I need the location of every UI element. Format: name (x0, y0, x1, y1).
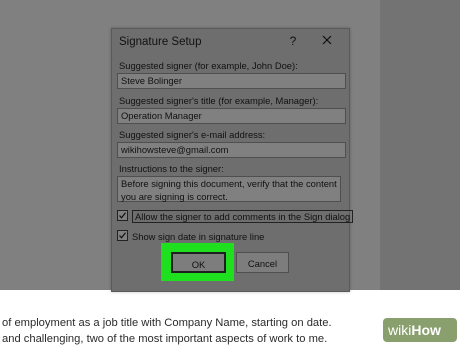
document-margin (380, 0, 460, 290)
show-date-checkbox[interactable] (117, 230, 128, 242)
instructions-label: Instructions to the signer: (119, 163, 224, 174)
watermark-wiki: wiki (388, 322, 412, 338)
instructions-field[interactable]: Before signing this document, verify tha… (117, 176, 341, 202)
close-icon[interactable] (320, 33, 334, 47)
signer-title-label: Suggested signer's title (for example, M… (119, 95, 319, 106)
help-button[interactable]: ? (286, 34, 300, 48)
show-date-checkbox-row[interactable]: Show sign date in signature line (117, 229, 264, 243)
allow-comments-label: Allow the signer to add comments in the … (132, 210, 354, 224)
cancel-button[interactable]: Cancel (236, 252, 289, 273)
dialog-titlebar[interactable]: Signature Setup ? (112, 29, 349, 55)
ok-button[interactable]: OK (171, 252, 226, 273)
wikihow-watermark: wikiHow (388, 320, 441, 340)
signer-name-field[interactable]: Steve Bolinger (117, 73, 346, 89)
allow-comments-checkbox[interactable] (117, 210, 128, 222)
signer-title-field[interactable]: Operation Manager (117, 108, 346, 124)
document-line: of employment as a job title with Compan… (2, 317, 332, 329)
dialog-title: Signature Setup (119, 36, 202, 48)
signer-name-label: Suggested signer (for example, John Doe)… (119, 60, 298, 71)
signer-email-field[interactable]: wikihowsteve@gmail.com (117, 142, 346, 158)
allow-comments-checkbox-row[interactable]: Allow the signer to add comments in the … (117, 209, 354, 224)
watermark-how: How (411, 322, 441, 338)
document-line: and challenging, two of the most importa… (2, 333, 328, 345)
signer-email-label: Suggested signer's e-mail address: (119, 129, 266, 140)
show-date-label: Show sign date in signature line (132, 231, 265, 243)
